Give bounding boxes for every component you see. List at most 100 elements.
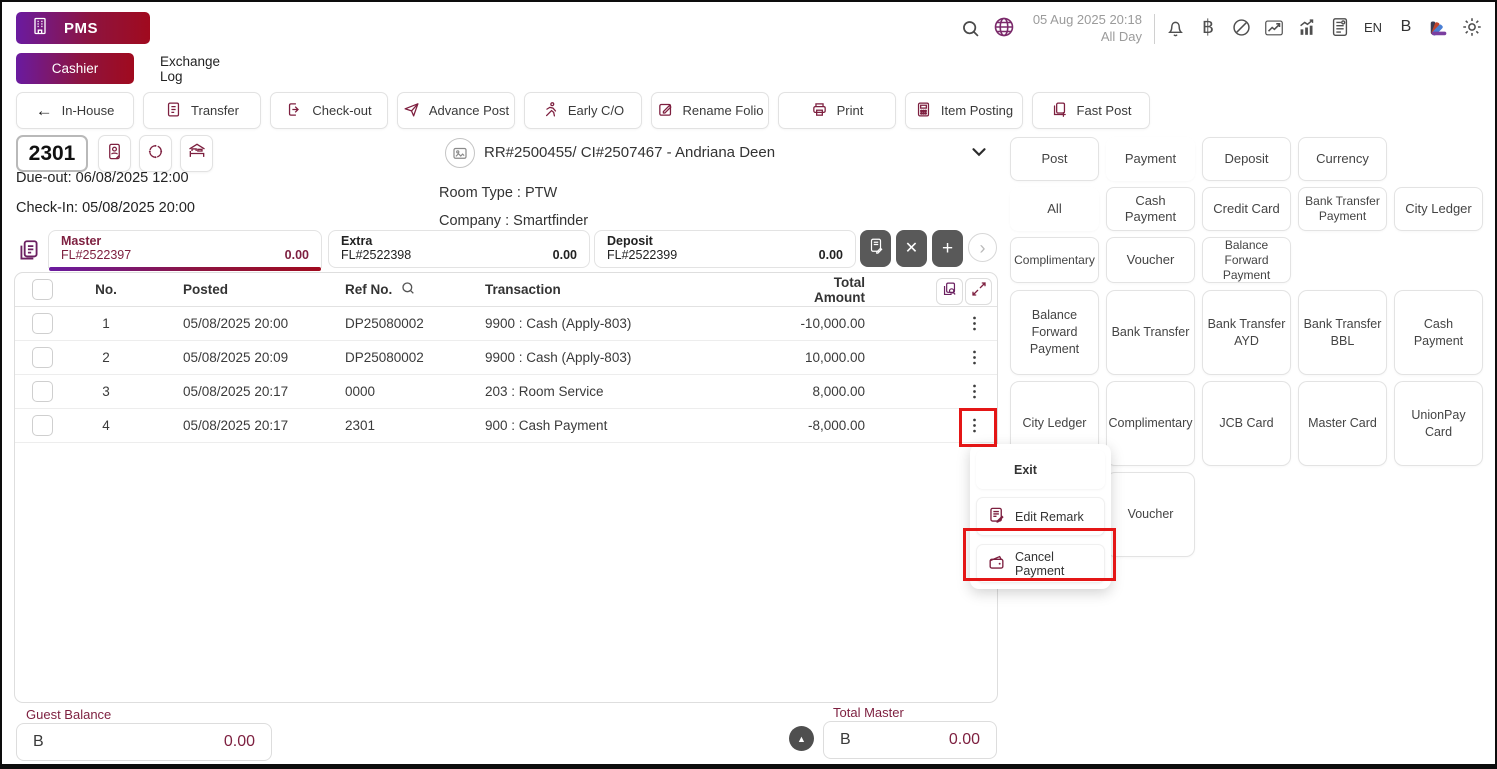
filter-tab-city-ledger[interactable]: City Ledger <box>1394 187 1483 231</box>
mode-tab-deposit[interactable]: Deposit <box>1202 137 1291 181</box>
add-folio-button[interactable]: + <box>932 230 963 267</box>
active-tab-underline <box>49 267 321 271</box>
block-icon[interactable] <box>1230 15 1252 39</box>
method-card-bank-transfer-ayd[interactable]: Bank Transfer AYD <box>1202 290 1291 375</box>
filter-tab-bank-transfer-payment[interactable]: Bank Transfer Payment <box>1298 187 1387 231</box>
fast-post-icon <box>1051 101 1068 121</box>
theme-palette-icon[interactable] <box>1428 15 1450 39</box>
report-document-icon[interactable] <box>1329 15 1351 39</box>
filter-tab-balance-forward-payment[interactable]: Balance Forward Payment <box>1202 237 1291 283</box>
cancel-payment-icon <box>987 553 1006 575</box>
expand-table-button[interactable] <box>965 278 992 305</box>
guest-avatar[interactable] <box>445 138 475 168</box>
context-menu-cancel-payment[interactable]: Cancel Payment <box>976 544 1105 583</box>
filter-tab-credit-card[interactable]: Credit Card <box>1202 187 1291 231</box>
filter-tab-all[interactable]: All <box>1010 187 1099 231</box>
notifications-bell-icon[interactable] <box>1164 15 1186 39</box>
status-cycle-button[interactable] <box>139 135 172 172</box>
method-card-complimentary[interactable]: Complimentary <box>1106 381 1195 466</box>
search-icon[interactable] <box>960 18 981 44</box>
in-house-button[interactable]: ← In-House <box>16 92 134 129</box>
exit-icon <box>986 459 1005 481</box>
folio-pages-icon[interactable] <box>15 233 43 269</box>
table-row[interactable]: 2 05/08/2025 20:09 DP25080002 9900 : Cas… <box>15 341 997 375</box>
col-no: No. <box>75 282 137 297</box>
method-card-cash-payment[interactable]: Cash Payment <box>1394 290 1483 375</box>
row-menu-kebab-icon[interactable] <box>963 346 985 370</box>
table-row[interactable]: 4 05/08/2025 20:17 2301 900 : Cash Payme… <box>15 409 997 443</box>
table-row[interactable]: 1 05/08/2025 20:00 DP25080002 9900 : Cas… <box>15 307 997 341</box>
mode-tab-currency[interactable]: Currency <box>1298 137 1387 181</box>
collapse-footer-button[interactable]: ▲ <box>789 726 814 751</box>
chevron-down-icon[interactable] <box>968 141 990 168</box>
topbar-icon-row: ฿ EN B <box>1164 15 1488 39</box>
ref-search-icon[interactable] <box>400 280 416 299</box>
item-posting-button[interactable]: Item Posting <box>905 92 1023 129</box>
advance-post-button[interactable]: Advance Post <box>397 92 515 129</box>
row-checkbox[interactable] <box>32 313 53 334</box>
registration-card-button[interactable] <box>98 135 131 172</box>
globe-icon[interactable] <box>992 15 1016 44</box>
registration-card-icon <box>105 142 124 166</box>
total-master-box: B 0.00 <box>823 721 997 759</box>
rename-folio-button[interactable]: Rename Folio <box>651 92 769 129</box>
transactions-table: No. Posted Ref No. Transaction Total Amo… <box>14 272 998 703</box>
folio-tab-extra[interactable]: Extra FL#2522398 0.00 <box>328 230 590 268</box>
arrow-up-icon: ▲ <box>797 734 806 744</box>
room-bed-icon <box>187 141 207 166</box>
filter-tab-cash-payment[interactable]: Cash Payment <box>1106 187 1195 231</box>
tab-exchange-log[interactable]: Exchange Log <box>160 53 244 84</box>
tax-invoice-icon <box>867 237 885 260</box>
method-card-balance-forward-payment[interactable]: Balance Forward Payment <box>1010 290 1099 375</box>
company-label: Company : Smartfinder <box>439 213 588 229</box>
col-posted: Posted <box>137 282 345 297</box>
row-checkbox[interactable] <box>32 381 53 402</box>
folio-tab-master[interactable]: Master FL#2522397 0.00 <box>48 230 322 268</box>
folio-number: FL#2522398 <box>341 248 411 262</box>
currency-selector[interactable]: B <box>1395 15 1417 39</box>
transfer-button[interactable]: Transfer <box>143 92 261 129</box>
row-checkbox[interactable] <box>32 415 53 436</box>
language-selector[interactable]: EN <box>1362 15 1384 39</box>
method-card-bank-transfer-bbl[interactable]: Bank Transfer BBL <box>1298 290 1387 375</box>
tax-invoice-button[interactable] <box>860 230 891 267</box>
next-folio-chevron[interactable]: › <box>968 233 997 262</box>
row-menu-kebab-icon[interactable] <box>963 312 985 336</box>
fast-post-button[interactable]: Fast Post <box>1032 92 1150 129</box>
context-menu-exit[interactable]: Exit <box>976 450 1105 489</box>
bar-chart-icon[interactable] <box>1296 15 1318 39</box>
row-menu-kebab-icon[interactable] <box>963 380 985 404</box>
currency-baht-icon[interactable]: ฿ <box>1197 15 1219 39</box>
mode-tab-post[interactable]: Post <box>1010 137 1099 181</box>
select-all-checkbox[interactable] <box>32 279 53 300</box>
close-folio-button[interactable]: ✕ <box>896 230 927 267</box>
room-number[interactable]: 2301 <box>16 135 88 172</box>
method-card-voucher[interactable]: Voucher <box>1106 472 1195 557</box>
datetime-display[interactable]: 05 Aug 2025 20:18 All Day <box>1020 11 1142 45</box>
line-chart-icon[interactable] <box>1263 15 1285 39</box>
filter-tab-voucher[interactable]: Voucher <box>1106 237 1195 283</box>
check-out-button[interactable]: Check-out <box>270 92 388 129</box>
method-card-unionpay-card[interactable]: UnionPay Card <box>1394 381 1483 466</box>
row-checkbox[interactable] <box>32 347 53 368</box>
print-button[interactable]: Print <box>778 92 896 129</box>
settings-gear-icon[interactable] <box>1461 15 1483 39</box>
room-bed-button[interactable] <box>180 135 213 172</box>
row-menu-kebab-icon[interactable] <box>963 414 985 438</box>
checkout-icon <box>286 101 303 121</box>
mode-tab-payment[interactable]: Payment <box>1106 137 1195 181</box>
filter-tab-complimentary[interactable]: Complimentary <box>1010 237 1099 283</box>
tab-cashier[interactable]: Cashier <box>16 53 134 84</box>
pms-logo[interactable]: PMS <box>16 12 150 44</box>
app-window: PMS 05 Aug 2025 20:18 All Day ฿ <box>0 0 1497 769</box>
early-co-button[interactable]: Early C/O <box>524 92 642 129</box>
context-menu-edit-remark[interactable]: Edit Remark <box>976 497 1105 536</box>
table-row[interactable]: 3 05/08/2025 20:17 0000 203 : Room Servi… <box>15 375 997 409</box>
folio-tab-deposit[interactable]: Deposit FL#2522399 0.00 <box>594 230 856 268</box>
method-card-bank-transfer[interactable]: Bank Transfer <box>1106 290 1195 375</box>
copy-search-button[interactable] <box>936 278 963 305</box>
method-card-master-card[interactable]: Master Card <box>1298 381 1387 466</box>
expand-icon <box>971 281 987 302</box>
transfer-icon <box>165 101 182 121</box>
method-card-jcb-card[interactable]: JCB Card <box>1202 381 1291 466</box>
